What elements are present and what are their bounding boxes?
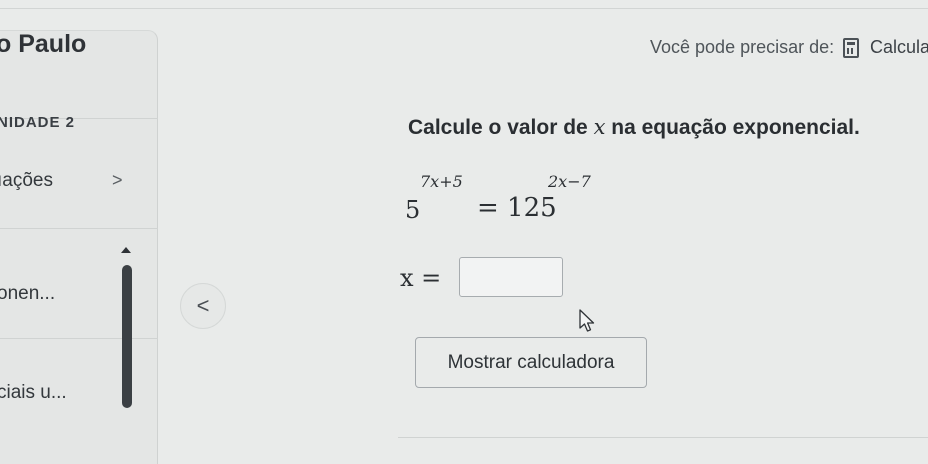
sidebar-scrollbar-thumb[interactable] xyxy=(122,265,132,408)
chevron-left-icon: < xyxy=(196,293,210,318)
sidebar-divider xyxy=(0,338,158,339)
equation-left-exponent: 7x+5 xyxy=(420,172,463,191)
equation-right-exponent: 2x−7 xyxy=(548,172,591,191)
chevron-right-icon[interactable]: > xyxy=(112,170,123,191)
calculator-link[interactable]: Calcula xyxy=(870,37,928,58)
question-variable: x xyxy=(593,115,606,139)
mouse-pointer-icon xyxy=(579,309,595,332)
top-divider xyxy=(0,8,928,9)
scroll-up-arrow-icon[interactable] xyxy=(121,247,131,253)
equation-left-base: 5 xyxy=(405,196,421,224)
answer-label: x = xyxy=(400,264,442,292)
calculator-icon[interactable] xyxy=(843,38,859,58)
hint-text: Você pode precisar de: xyxy=(650,37,835,57)
bottom-divider xyxy=(398,437,928,438)
show-calculator-button[interactable]: Mostrar calculadora xyxy=(415,337,647,388)
sidebar-item-exponential[interactable]: onen... xyxy=(0,283,55,305)
sidebar-item-equations[interactable]: ıações xyxy=(0,170,53,192)
question-prefix: Calcule o valor de xyxy=(408,116,594,139)
equation-relation: = 125 xyxy=(477,193,557,223)
question-text: Calcule o valor de x na equação exponenc… xyxy=(408,115,860,140)
sidebar-divider xyxy=(0,228,158,229)
sidebar-unit-label: NIDADE 2 xyxy=(0,114,76,131)
sidebar-title: o Paulo xyxy=(0,30,87,58)
sidebar-item-initial[interactable]: ciais u... xyxy=(0,382,67,404)
collapse-sidebar-button[interactable]: < xyxy=(180,283,226,329)
answer-input[interactable] xyxy=(459,257,563,297)
question-suffix: na equação exponencial. xyxy=(605,116,860,139)
